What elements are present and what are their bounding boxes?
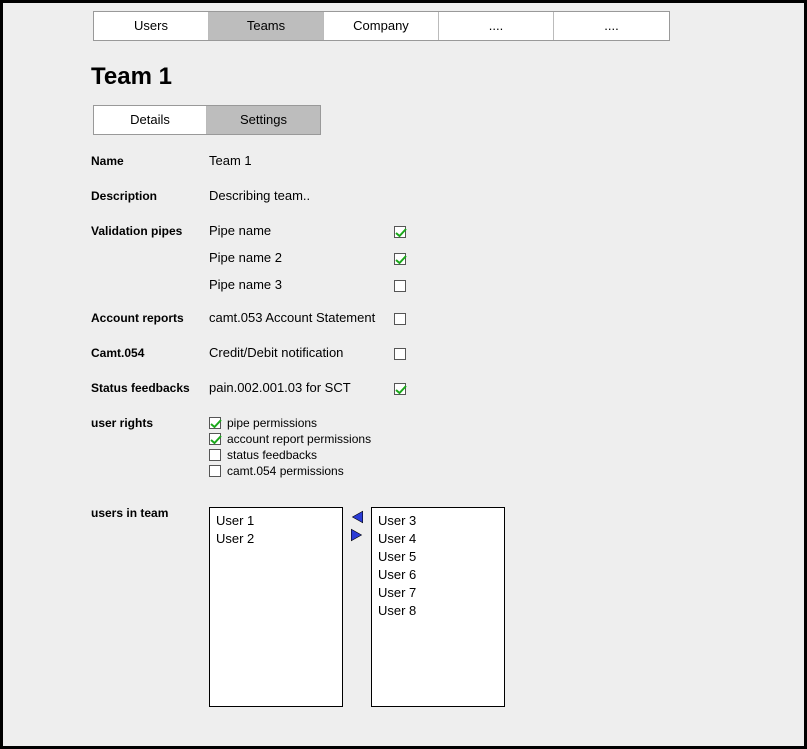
add-user-button[interactable] bbox=[349, 527, 365, 541]
sub-nav: Details Settings bbox=[93, 105, 321, 135]
label-camt054: Camt.054 bbox=[91, 345, 209, 360]
app-frame: Users Teams Company .... .... Team 1 Det… bbox=[0, 0, 807, 749]
value-status-feedbacks: pain.002.001.03 for SCT bbox=[209, 380, 394, 395]
list-item[interactable]: User 8 bbox=[378, 602, 498, 620]
uright-1-label: account report permissions bbox=[227, 431, 371, 447]
pipe-1-label: Pipe name 2 bbox=[209, 250, 394, 265]
tab-company[interactable]: Company bbox=[324, 12, 439, 40]
list-item[interactable]: User 5 bbox=[378, 548, 498, 566]
remove-user-button[interactable] bbox=[349, 509, 365, 523]
list-item[interactable]: User 4 bbox=[378, 530, 498, 548]
list-item[interactable]: User 1 bbox=[216, 512, 336, 530]
uright-3-checkbox[interactable] bbox=[209, 465, 221, 477]
users-assigned-listbox[interactable]: User 1User 2 bbox=[209, 507, 343, 707]
users-available-listbox[interactable]: User 3User 4User 5User 6User 7User 8 bbox=[371, 507, 505, 707]
value-name: Team 1 bbox=[209, 153, 394, 168]
pipe-0-label: Pipe name bbox=[209, 223, 394, 238]
tab-users[interactable]: Users bbox=[94, 12, 209, 40]
value-account-reports: camt.053 Account Statement bbox=[209, 310, 394, 325]
label-account-reports: Account reports bbox=[91, 310, 209, 325]
list-item[interactable]: User 3 bbox=[378, 512, 498, 530]
camt054-checkbox[interactable] bbox=[394, 348, 406, 360]
tab-extra-2[interactable]: .... bbox=[554, 12, 669, 40]
uright-2-label: status feedbacks bbox=[227, 447, 317, 463]
subtab-settings[interactable]: Settings bbox=[207, 106, 320, 134]
label-status-feedbacks: Status feedbacks bbox=[91, 380, 209, 395]
value-description: Describing team.. bbox=[209, 188, 394, 203]
label-name: Name bbox=[91, 153, 209, 168]
tab-extra-1[interactable]: .... bbox=[439, 12, 554, 40]
subtab-details[interactable]: Details bbox=[94, 106, 207, 134]
form-area: Name Team 1 Description Describing team.… bbox=[91, 153, 804, 707]
pipe-0-checkbox[interactable] bbox=[394, 226, 406, 238]
value-camt054: Credit/Debit notification bbox=[209, 345, 394, 360]
label-user-rights: user rights bbox=[91, 415, 209, 430]
uright-0-label: pipe permissions bbox=[227, 415, 317, 431]
uright-3-label: camt.054 permissions bbox=[227, 463, 344, 479]
pipe-2-checkbox[interactable] bbox=[394, 280, 406, 292]
list-item[interactable]: User 7 bbox=[378, 584, 498, 602]
label-validation-pipes: Validation pipes bbox=[91, 223, 209, 238]
uright-0-checkbox[interactable] bbox=[209, 417, 221, 429]
pipe-2-label: Pipe name 3 bbox=[209, 277, 394, 292]
uright-2-checkbox[interactable] bbox=[209, 449, 221, 461]
list-item[interactable]: User 6 bbox=[378, 566, 498, 584]
account-reports-checkbox[interactable] bbox=[394, 313, 406, 325]
tab-teams[interactable]: Teams bbox=[209, 12, 324, 40]
pipe-1-checkbox[interactable] bbox=[394, 253, 406, 265]
label-users-in-team: users in team bbox=[91, 505, 209, 520]
label-description: Description bbox=[91, 188, 209, 203]
uright-1-checkbox[interactable] bbox=[209, 433, 221, 445]
top-nav: Users Teams Company .... .... bbox=[93, 11, 670, 41]
list-item[interactable]: User 2 bbox=[216, 530, 336, 548]
status-feedbacks-checkbox[interactable] bbox=[394, 383, 406, 395]
page-title: Team 1 bbox=[91, 63, 804, 91]
